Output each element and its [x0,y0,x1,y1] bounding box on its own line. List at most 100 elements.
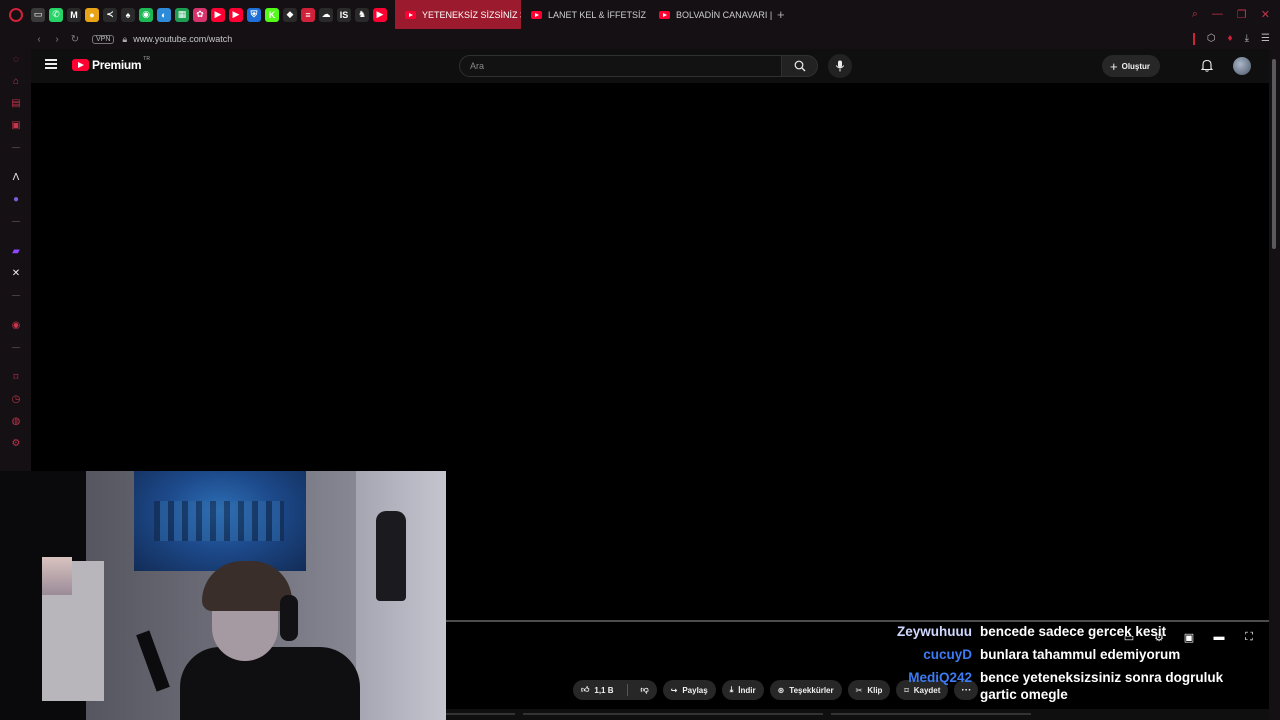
bag-icon[interactable]: ⌂ [10,75,22,87]
extensions-icon[interactable]: ♦ [1228,33,1233,45]
diamond-icon[interactable]: ◆ [283,7,297,22]
youtube-icon-3[interactable]: ▶ [373,7,387,22]
opera-logo-icon[interactable] [9,7,23,22]
youtube-icon-2[interactable]: ▶ [229,7,243,22]
thanks-label: Teşekkürler [789,685,834,695]
is-icon[interactable]: IS [337,7,351,22]
chat-text: bencede sadece gercek kesit [980,624,1167,639]
forward-icon[interactable]: › [48,34,66,45]
snapshot-icon[interactable]: ⬡ [1207,33,1216,45]
lock-icon[interactable]: 🔒︎ [122,34,127,45]
thanks-button[interactable]: ⊛ Teşekkürler [769,680,842,700]
chat-username: Zeywuhuuu [897,624,972,639]
twitch-icon[interactable]: ▰ [10,245,22,257]
search-button[interactable] [781,55,818,77]
cloud-icon[interactable]: ☁ [319,7,333,22]
pin-icon[interactable]: ⌑ [10,371,22,383]
download-label: İndir [738,685,756,695]
aria-icon[interactable]: ◌ [10,53,22,65]
notes-icon[interactable]: ▣ [10,119,22,131]
chrome-icon[interactable]: ● [85,7,99,22]
webcam-jacket [376,511,406,601]
notifications-bell-icon[interactable] [1201,59,1213,72]
webcam-overlay [0,471,446,720]
sheets-icon[interactable]: ▦ [175,7,189,22]
settings-icon[interactable]: ⚙ [10,437,22,449]
tubi-icon[interactable]: ≡ [301,7,315,22]
spotify-icon[interactable]: ◉ [139,7,153,22]
player-icon[interactable]: ◉ [10,319,22,331]
youtube-logo[interactable]: Premium TR [72,56,150,72]
youtube-icon-1[interactable]: ▶ [211,7,225,22]
menu-icon[interactable] [45,59,57,69]
strip-segment [445,713,515,715]
cs-icon[interactable]: ● [10,193,22,205]
reload-icon[interactable]: ↻ [66,34,84,45]
tab-bolvadin[interactable]: BOLVADİN CANAVARI | ZE [649,0,773,29]
gmail-icon[interactable]: M [67,7,81,22]
edge-icon[interactable]: ◐ [157,7,171,22]
tab-lanet-kel[interactable]: LANET KEL & İFFETSİZ U [521,0,649,29]
close-icon[interactable]: ✕ [1261,8,1270,21]
dislike-button[interactable]: 👎︎ [633,680,657,700]
tab-title: LANET KEL & İFFETSİZ U [548,9,649,20]
easy-setup-icon[interactable]: ☰ [1261,33,1270,45]
sidebar-separator [12,347,20,348]
app-red-icon[interactable]: ✿ [193,7,207,22]
x-icon[interactable]: ✕ [10,267,22,279]
kick-icon[interactable]: K [265,7,279,22]
logo-text: Premium [92,58,142,72]
below-video-strip [445,713,1269,720]
voice-search-button[interactable] [828,54,852,78]
webcam-streamer [180,561,360,720]
chat-username: MediQ242 [908,670,972,685]
chat-message: cucuyD bunlara tahammul edemiyorum [852,646,1252,663]
chat-icon[interactable]: ◍ [10,415,22,427]
new-tab-button[interactable]: + [777,7,785,22]
tab-title: YETENEKSİZ SİZSİNİZ 3. [422,9,521,20]
chess-icon[interactable]: ♞ [355,7,369,22]
share-button[interactable]: ↪ Paylaş [662,680,716,700]
streamer-body [180,647,360,720]
download-button[interactable]: ⤓ İndir [721,680,764,700]
page-scrollbar[interactable] [1269,49,1280,720]
url-field[interactable]: www.youtube.com/watch [133,34,232,44]
search-tabs-icon[interactable]: ⌕ [1192,8,1198,21]
restore-icon[interactable]: ❐ [1237,8,1247,21]
vpn-badge[interactable]: VPN [92,34,115,44]
video-progress-bar[interactable] [445,620,1269,622]
alien-icon[interactable]: ♠ [121,7,135,22]
whatsapp-icon[interactable]: ✆ [49,7,63,22]
like-count: 1,1 B [594,685,614,695]
webcam-poster [42,557,72,595]
vscode-icon[interactable]: ≺ [103,7,117,22]
country-code: TR [143,56,150,62]
address-bar-tools: ⬡ ♦ ⤓ ☰ [1192,33,1270,45]
create-button[interactable]: + Oluştur [1102,55,1161,77]
tab-yeteneksiz[interactable]: YETENEKSİZ SİZSİNİZ 3. [395,0,521,29]
strip-segment [831,713,1031,715]
avatar[interactable] [1233,57,1251,75]
downloads-icon[interactable]: ⤓ [1245,33,1249,45]
divider [1192,33,1195,45]
message-icon[interactable]: ▤ [10,97,22,109]
scrollbar-thumb[interactable] [1272,59,1276,249]
shield-icon[interactable]: ⛨ [247,7,261,22]
microphone-icon [835,60,845,72]
thumbs-down-icon: 👎︎ [640,685,649,694]
youtube-favicon-icon [531,10,542,19]
back-icon[interactable]: ‹ [30,34,48,45]
history-icon[interactable]: ◷ [10,393,22,405]
arc-icon[interactable]: Λ [10,171,22,183]
search-input[interactable] [459,55,782,77]
minimize-icon[interactable]: — [1212,8,1223,21]
browser-tab-bar: ▭ ✆ M ● ≺ ♠ ◉ ◐ ▦ ✿ ▶ ▶ ⛨ K ◆ ≡ ☁ IS ♞ ▶ YETENEKSİZ SİZSİNİ… [0,0,1280,29]
plus-icon: + [1110,58,1118,74]
sidebar-separator [12,147,20,148]
like-dislike-group: 👍︎ 1,1 B 👎︎ [573,680,657,700]
share-label: Paylaş [682,685,708,695]
opera-speed-dial-icon[interactable]: ▭ [31,7,45,22]
webcam-tapestry [134,471,306,571]
youtube-favicon-icon [659,10,670,19]
like-button[interactable]: 👍︎ 1,1 B [573,680,622,700]
